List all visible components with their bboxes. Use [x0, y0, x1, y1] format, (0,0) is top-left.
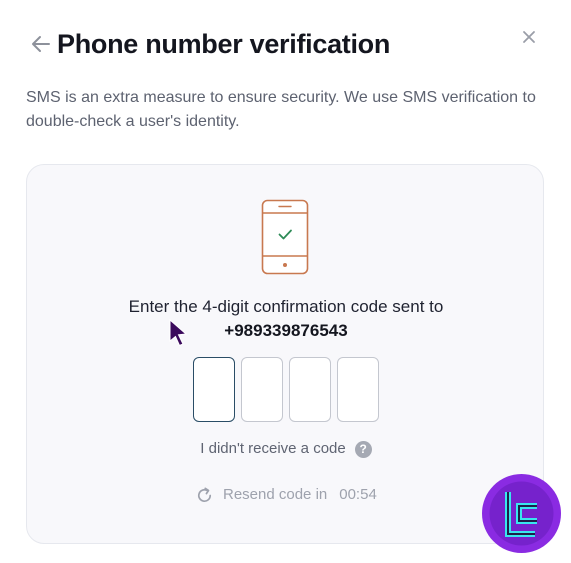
resend-code-label: Resend code in [223, 486, 328, 503]
back-button[interactable] [30, 34, 52, 54]
mouse-cursor-icon [169, 319, 188, 347]
phone-check-icon [261, 199, 309, 275]
arrow-left-icon [32, 36, 50, 52]
resend-timer: 00:54 [339, 486, 377, 503]
close-button[interactable] [520, 28, 538, 46]
no-code-row: I didn't receive a code ? [27, 439, 545, 459]
tc-logo-icon [482, 474, 561, 553]
resend-code-row: Resend code in 00:54 [195, 485, 377, 505]
phone-number: +989339876543 [224, 321, 348, 340]
code-digit-2[interactable] [241, 357, 283, 422]
code-digit-4[interactable] [337, 357, 379, 422]
code-instruction: Enter the 4-digit confirmation code sent… [128, 297, 444, 316]
code-digit-1[interactable] [193, 357, 235, 422]
dialog-description: SMS is an extra measure to ensure securi… [26, 89, 536, 130]
close-icon [523, 31, 535, 43]
verification-card: Enter the 4-digit confirmation code sent… [26, 164, 544, 544]
verification-dialog: Phone number verification SMS is an extr… [0, 0, 571, 563]
code-input-group [193, 357, 379, 422]
code-digit-3[interactable] [289, 357, 331, 422]
refresh-icon [198, 487, 212, 502]
question-icon[interactable]: ? [354, 440, 372, 458]
no-code-link[interactable]: I didn't receive a code [200, 439, 345, 459]
dialog-title: Phone number verification [57, 29, 391, 59]
